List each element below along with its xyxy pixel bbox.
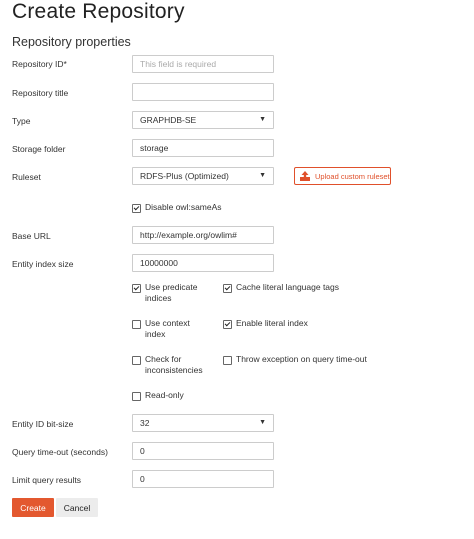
repo-id-label: Repository ID*	[12, 59, 67, 69]
disable-sameas-option[interactable]: Disable owl:sameAs	[132, 202, 222, 213]
base-url-input[interactable]	[132, 226, 274, 244]
upload-ruleset-label: Upload custom ruleset	[315, 171, 390, 181]
throw-timeout-option[interactable]: Throw exception on query time-out	[223, 354, 367, 365]
ruleset-select[interactable]: RDFS-Plus (Optimized) ▼	[132, 167, 274, 185]
page-title: Create Repository	[12, 0, 185, 23]
throw-timeout-label: Throw exception on query time-out	[236, 354, 367, 364]
cache-lang-option[interactable]: Cache literal language tags	[223, 282, 339, 293]
upload-icon	[300, 171, 310, 181]
entity-bits-select[interactable]: 32 ▼	[132, 414, 274, 432]
check-inconsistencies-option[interactable]: Check for inconsistencies	[132, 354, 203, 376]
check-inconsistencies-text: Check for inconsistencies	[145, 354, 203, 376]
type-select-value: GRAPHDB-SE	[140, 115, 197, 125]
disable-sameas-checkbox[interactable]	[132, 203, 141, 213]
disable-sameas-label: Disable owl:sameAs	[145, 202, 222, 212]
context-index-text: Use context index	[145, 318, 190, 340]
repo-title-label: Repository title	[12, 88, 69, 98]
ruleset-label: Ruleset	[12, 172, 41, 182]
context-index-line2: index	[145, 329, 166, 339]
ruleset-select-value: RDFS-Plus (Optimized)	[140, 171, 229, 181]
context-index-option[interactable]: Use context index	[132, 318, 190, 340]
read-only-label: Read-only	[145, 390, 184, 400]
entity-bits-label: Entity ID bit-size	[12, 419, 74, 429]
throw-timeout-checkbox[interactable]	[223, 355, 232, 365]
base-url-label: Base URL	[12, 231, 51, 241]
limit-input[interactable]	[132, 470, 274, 488]
storage-input[interactable]	[132, 139, 274, 157]
cancel-button[interactable]: Cancel	[56, 498, 98, 517]
predicate-indices-checkbox[interactable]	[132, 283, 141, 293]
type-select[interactable]: GRAPHDB-SE ▼	[132, 111, 274, 129]
caret-down-icon: ▼	[259, 116, 266, 123]
limit-label: Limit query results	[12, 475, 81, 485]
timeout-input[interactable]	[132, 442, 274, 460]
literal-index-checkbox[interactable]	[223, 319, 232, 329]
predicate-indices-option[interactable]: Use predicate indices	[132, 282, 197, 304]
cache-lang-checkbox[interactable]	[223, 283, 232, 293]
literal-index-option[interactable]: Enable literal index	[223, 318, 308, 329]
entity-index-label: Entity index size	[12, 259, 74, 269]
repo-title-input[interactable]	[132, 83, 274, 101]
check-inconsistencies-line2: inconsistencies	[145, 365, 203, 375]
check-inconsistencies-checkbox[interactable]	[132, 355, 141, 365]
create-button[interactable]: Create	[12, 498, 54, 517]
repo-id-input[interactable]	[132, 55, 274, 73]
section-title: Repository properties	[12, 35, 131, 49]
storage-label: Storage folder	[12, 144, 66, 154]
context-index-checkbox[interactable]	[132, 319, 141, 329]
caret-down-icon: ▼	[259, 172, 266, 179]
type-label: Type	[12, 116, 31, 126]
context-index-line1: Use context	[145, 318, 190, 328]
read-only-checkbox[interactable]	[132, 391, 141, 401]
caret-down-icon: ▼	[259, 419, 266, 426]
timeout-label: Query time-out (seconds)	[12, 447, 108, 457]
read-only-option[interactable]: Read-only	[132, 390, 184, 401]
predicate-indices-text: Use predicate indices	[145, 282, 197, 304]
entity-bits-select-value: 32	[140, 418, 150, 428]
cache-lang-label: Cache literal language tags	[236, 282, 340, 292]
entity-index-input[interactable]	[132, 254, 274, 272]
check-inconsistencies-line1: Check for	[145, 354, 182, 364]
predicate-indices-line1: Use predicate	[145, 282, 198, 292]
literal-index-label: Enable literal index	[236, 318, 308, 328]
upload-ruleset-button[interactable]: Upload custom ruleset	[294, 167, 391, 185]
predicate-indices-line2: indices	[145, 293, 172, 303]
